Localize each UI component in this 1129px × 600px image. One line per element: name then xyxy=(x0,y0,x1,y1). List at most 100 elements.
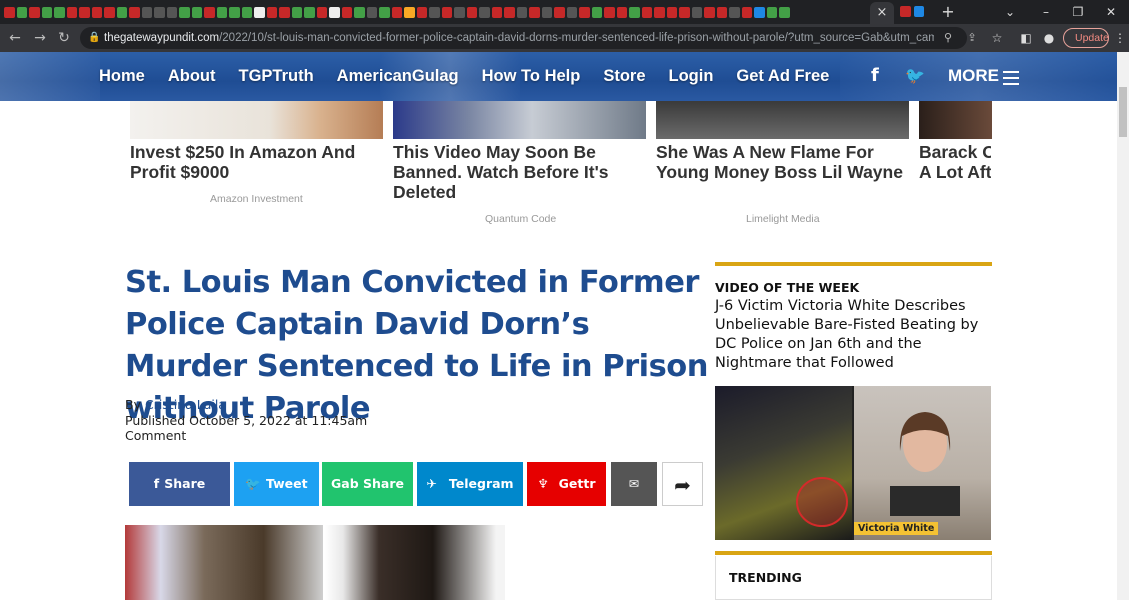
tab-favicon[interactable] xyxy=(679,6,690,18)
ad-title[interactable]: Barack O A Lot Aft xyxy=(919,142,991,182)
tab-favicon[interactable] xyxy=(16,6,27,18)
tab-favicon[interactable] xyxy=(441,6,452,18)
tab-favicon[interactable] xyxy=(529,6,540,18)
tab-favicon[interactable] xyxy=(516,6,527,18)
tab-favicon[interactable] xyxy=(41,6,52,18)
article-image[interactable] xyxy=(325,525,505,600)
tab-favicon[interactable] xyxy=(591,6,602,18)
tab-favicon[interactable] xyxy=(166,6,177,18)
tab-favicon[interactable] xyxy=(316,6,327,18)
comment-link[interactable]: Comment xyxy=(125,428,367,444)
tab-favicon[interactable] xyxy=(666,6,677,18)
tab-favicon[interactable] xyxy=(116,6,127,18)
tab-favicon[interactable] xyxy=(241,6,252,18)
ad-source[interactable]: Limelight Media xyxy=(746,213,820,225)
tab-favicon[interactable] xyxy=(29,6,40,18)
page-scrollbar[interactable] xyxy=(1117,52,1129,600)
browser-menu-icon[interactable]: ⋮ xyxy=(1114,29,1126,47)
tab-favicon[interactable] xyxy=(504,6,515,18)
side-panel-icon[interactable]: ◧ xyxy=(1017,29,1035,47)
ad-source[interactable]: Amazon Investment xyxy=(210,193,303,205)
tab-favicon[interactable] xyxy=(104,6,115,18)
tab-favicon[interactable] xyxy=(66,6,77,18)
tab-favicons-after[interactable] xyxy=(900,6,924,17)
tab-favicon[interactable] xyxy=(391,6,402,18)
more-menu-button[interactable]: MORE xyxy=(948,66,999,86)
tab-favicon[interactable] xyxy=(216,6,227,18)
tab-favicon[interactable] xyxy=(229,6,240,18)
forward-icon[interactable]: → xyxy=(30,28,50,48)
tab-favicon[interactable] xyxy=(254,6,265,18)
tab-favicon[interactable] xyxy=(154,6,165,18)
tab-favicon[interactable] xyxy=(491,6,502,18)
url-text[interactable]: thegatewaypundit.com/2022/10/st-louis-ma… xyxy=(104,27,934,49)
tab-favicon[interactable] xyxy=(204,6,215,18)
tab-favicon[interactable] xyxy=(416,6,427,18)
facebook-icon[interactable]: f xyxy=(871,64,879,88)
tab-favicon[interactable] xyxy=(466,6,477,18)
tab-favicon[interactable] xyxy=(691,6,702,18)
nav-link-how-to-help[interactable]: How To Help xyxy=(482,67,581,86)
ad-image[interactable] xyxy=(656,101,909,139)
ad-title[interactable]: Invest $250 In Amazon And Profit $9000 xyxy=(130,142,380,182)
tab-favicon[interactable] xyxy=(379,6,390,18)
restore-icon[interactable]: ❐ xyxy=(1063,0,1093,24)
active-tab-close-button[interactable]: × xyxy=(870,2,894,24)
more-share-button[interactable]: ➦ xyxy=(662,462,703,506)
tab-favicon[interactable] xyxy=(641,6,652,18)
tab-favicon[interactable] xyxy=(291,6,302,18)
facebook-share-button[interactable]: f Share xyxy=(129,462,230,506)
tab-favicon[interactable] xyxy=(716,6,727,18)
tab-favicon[interactable] xyxy=(91,6,102,18)
email-share-button[interactable]: ✉ xyxy=(611,462,657,506)
tab-favicon[interactable] xyxy=(741,6,752,18)
article-image[interactable] xyxy=(125,525,323,600)
tab-favicon[interactable] xyxy=(129,6,140,18)
tab-favicon[interactable] xyxy=(779,6,790,18)
tab-favicon[interactable] xyxy=(616,6,627,18)
tab-favicon[interactable] xyxy=(900,6,911,17)
tab-favicons[interactable] xyxy=(4,6,790,18)
author-link[interactable]: Cristina Laila xyxy=(145,397,226,412)
tab-search-icon[interactable]: ⌄ xyxy=(995,0,1025,24)
tab-favicon[interactable] xyxy=(541,6,552,18)
tab-favicon[interactable] xyxy=(454,6,465,18)
tab-favicon[interactable] xyxy=(266,6,277,18)
video-of-week-title[interactable]: J-6 Victim Victoria White Describes Unbe… xyxy=(715,297,995,373)
nav-link-tgptruth[interactable]: TGPTruth xyxy=(239,67,314,86)
address-bar[interactable]: 🔒 thegatewaypundit.com/2022/10/st-louis-… xyxy=(80,27,977,49)
bookmark-star-icon[interactable]: ☆ xyxy=(988,29,1006,47)
tab-favicon[interactable] xyxy=(141,6,152,18)
tab-favicon[interactable] xyxy=(629,6,640,18)
tab-favicon[interactable] xyxy=(604,6,615,18)
nav-link-home[interactable]: Home xyxy=(99,67,145,86)
scrollbar-thumb[interactable] xyxy=(1119,87,1127,137)
tab-favicon[interactable] xyxy=(279,6,290,18)
ad-image[interactable] xyxy=(130,101,383,139)
tab-favicon[interactable] xyxy=(729,6,740,18)
twitter-share-button[interactable]: 🐦 Tweet xyxy=(234,462,319,506)
tab-favicon[interactable] xyxy=(479,6,490,18)
update-button[interactable]: Update xyxy=(1063,28,1109,48)
tab-favicon[interactable] xyxy=(4,6,15,18)
reload-icon[interactable]: ↻ xyxy=(54,28,74,48)
hamburger-icon[interactable] xyxy=(1003,71,1019,89)
profile-icon[interactable]: ● xyxy=(1040,29,1058,47)
tab-favicon[interactable] xyxy=(329,6,340,18)
nav-link-about[interactable]: About xyxy=(168,67,216,86)
tab-favicon[interactable] xyxy=(579,6,590,18)
ad-title[interactable]: This Video May Soon Be Banned. Watch Bef… xyxy=(393,142,643,202)
back-icon[interactable]: ← xyxy=(5,28,25,48)
tab-favicon[interactable] xyxy=(566,6,577,18)
tab-favicon[interactable] xyxy=(754,6,765,18)
gettr-share-button[interactable]: ♆ Gettr xyxy=(527,462,606,506)
telegram-share-button[interactable]: ✈ Telegram xyxy=(417,462,523,506)
tab-favicon[interactable] xyxy=(704,6,715,18)
tab-favicon[interactable] xyxy=(179,6,190,18)
twitter-icon[interactable]: 🐦 xyxy=(905,64,925,88)
ad-image[interactable] xyxy=(393,101,646,139)
nav-link-americangulag[interactable]: AmericanGulag xyxy=(337,67,459,86)
tab-favicon[interactable] xyxy=(429,6,440,18)
new-tab-button[interactable]: + xyxy=(940,0,956,24)
nav-link-store[interactable]: Store xyxy=(603,67,645,86)
